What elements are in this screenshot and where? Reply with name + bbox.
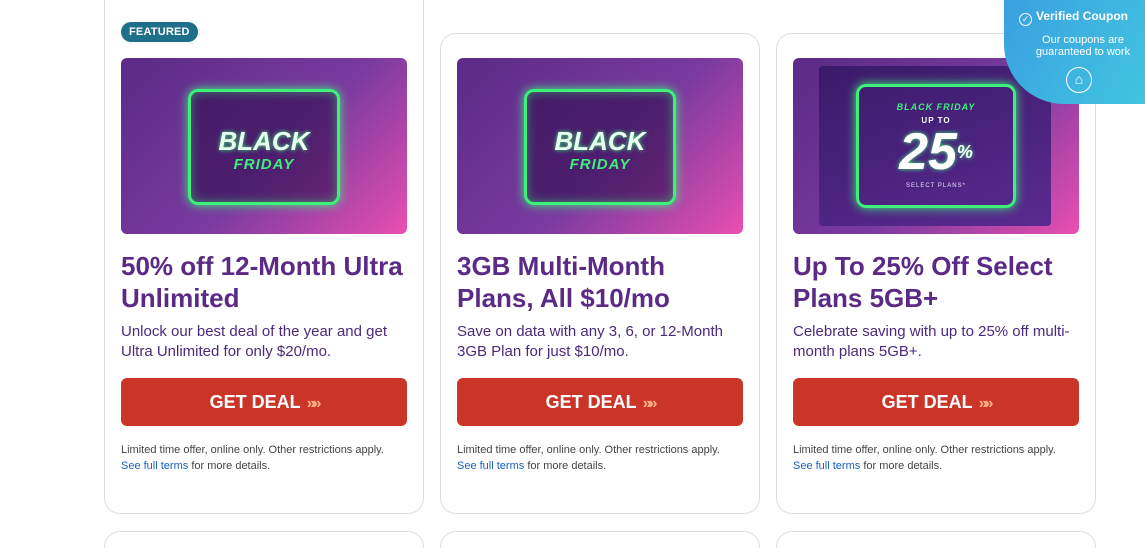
deal-description: Unlock our best deal of the year and get… xyxy=(121,323,388,360)
neon-frame: BLACK FRIDAY xyxy=(188,89,340,205)
featured-badge: FEATURED xyxy=(121,22,198,42)
fine-print-text: Limited time offer, online only. Other r… xyxy=(793,444,1056,456)
verified-coupon-badge: ✓ Verified Coupon Our coupons are guarant… xyxy=(1004,0,1145,104)
check-circle-icon: ✓ xyxy=(1019,13,1032,26)
double-chevron-right-icon: »» xyxy=(978,395,994,412)
verified-subtitle: Our coupons are guaranteed to work xyxy=(1035,34,1131,58)
see-full-terms-link[interactable]: See full terms xyxy=(793,460,860,472)
deal-card-5 xyxy=(440,531,760,548)
double-chevron-right-icon: »» xyxy=(306,395,322,412)
fine-print-suffix: for more details. xyxy=(527,460,607,472)
fine-print: Limited time offer, online only. Other r… xyxy=(121,442,411,474)
banner-percent: 25% xyxy=(793,124,1079,180)
deal-banner-image[interactable]: BLACK FRIDAY xyxy=(457,58,743,234)
get-deal-label: GET DEAL xyxy=(209,392,301,412)
deal-title[interactable]: Up To 25% Off Select Plans 5GB+ xyxy=(793,250,1083,314)
banner-footer: SELECT PLANS* xyxy=(906,183,966,189)
get-deal-button[interactable]: GET DEAL »» xyxy=(121,378,407,426)
banner-percent-number: 25 xyxy=(899,123,957,181)
banner-line-1: BLACK xyxy=(218,126,310,156)
get-deal-label: GET DEAL xyxy=(545,392,637,412)
see-full-terms-link[interactable]: See full terms xyxy=(457,460,524,472)
see-full-terms-link[interactable]: See full terms xyxy=(121,460,188,472)
get-deal-button[interactable]: GET DEAL »» xyxy=(793,378,1079,426)
deal-description: Save on data with any 3, 6, or 12-Month … xyxy=(457,323,723,360)
banner-line-1: BLACK xyxy=(554,126,646,156)
get-deal-button[interactable]: GET DEAL »» xyxy=(457,378,743,426)
deal-title[interactable]: 3GB Multi-Month Plans, All $10/mo xyxy=(457,250,747,314)
verified-title: ✓ Verified Coupon xyxy=(1019,9,1128,26)
banner-line-2: FRIDAY xyxy=(233,156,295,173)
deal-card-4 xyxy=(104,531,424,548)
house-icon: ⌂ xyxy=(1066,67,1092,93)
deal-banner-image[interactable]: BLACK FRIDAY xyxy=(121,58,407,234)
get-deal-label: GET DEAL xyxy=(881,392,973,412)
banner-line-2: FRIDAY xyxy=(569,156,631,173)
fine-print: Limited time offer, online only. Other r… xyxy=(457,442,747,474)
banner-percent-sign: % xyxy=(956,142,973,162)
neon-frame: BLACK FRIDAY xyxy=(524,89,676,205)
verified-title-text: Verified Coupon xyxy=(1036,9,1129,23)
fine-print-suffix: for more details. xyxy=(863,460,943,472)
deal-description: Celebrate saving with up to 25% off mult… xyxy=(793,323,1070,360)
fine-print: Limited time offer, online only. Other r… xyxy=(793,442,1083,474)
fine-print-text: Limited time offer, online only. Other r… xyxy=(457,444,720,456)
deal-card-6 xyxy=(776,531,1096,548)
double-chevron-right-icon: »» xyxy=(642,395,658,412)
banner-line-1: BLACK FRIDAY xyxy=(896,102,976,112)
fine-print-suffix: for more details. xyxy=(191,460,271,472)
fine-print-text: Limited time offer, online only. Other r… xyxy=(121,444,384,456)
deal-title[interactable]: 50% off 12-Month Ultra Unlimited xyxy=(121,250,411,314)
